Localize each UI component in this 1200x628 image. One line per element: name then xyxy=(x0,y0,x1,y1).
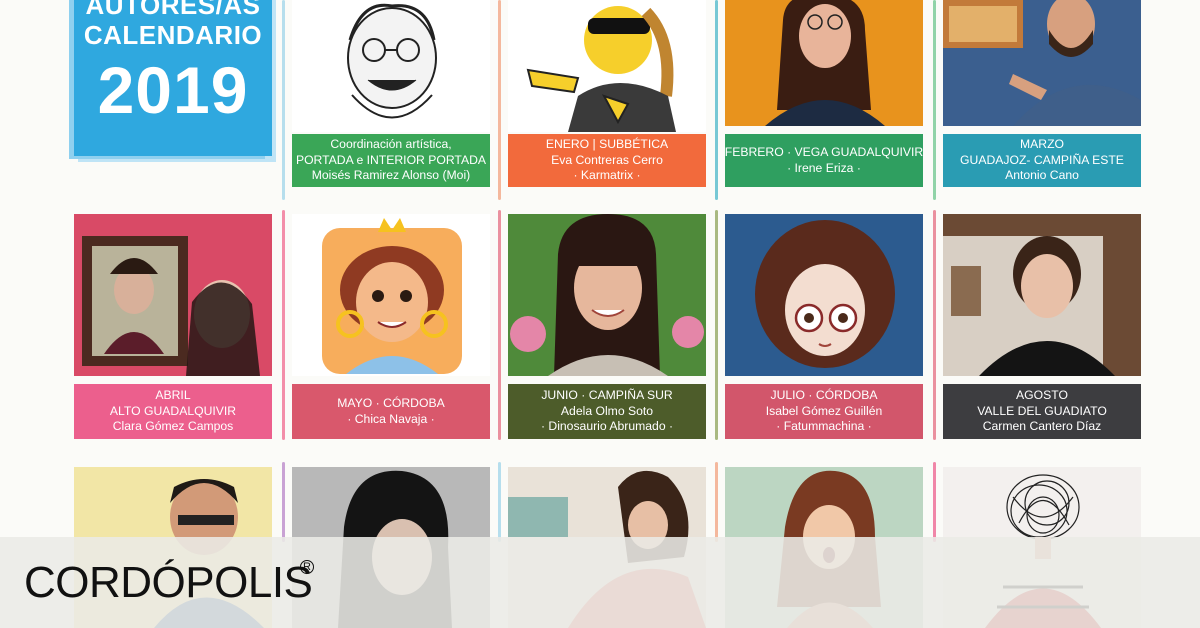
caption-line: PORTADA e INTERIOR PORTADA xyxy=(295,152,487,167)
caption-line: ENERO | SUBBÉTICA xyxy=(545,137,669,152)
caption-line: Clara Gómez Campos xyxy=(112,419,234,434)
caption-line: Adela Olmo Soto xyxy=(560,403,654,418)
title-year: 2019 xyxy=(97,53,249,127)
caption-line: JUNIO · CAMPIÑA SUR xyxy=(541,388,673,403)
caption-line: MARZO xyxy=(1019,137,1064,152)
author-photo xyxy=(943,214,1141,376)
divider-stroke xyxy=(282,210,285,440)
author-caption: JUNIO · CAMPIÑA SUR Adela Olmo Soto · Di… xyxy=(508,384,706,439)
author-caption: MARZO GUADAJOZ- CAMPIÑA ESTE Antonio Can… xyxy=(943,134,1141,187)
caption-line: Eva Contreras Cerro xyxy=(551,152,663,167)
author-caption: JULIO · CÓRDOBA Isabel Gómez Guillén · F… xyxy=(725,384,923,439)
caption-line: Isabel Gómez Guillén xyxy=(765,403,883,418)
caption-line: · Chica Navaja · xyxy=(347,411,435,426)
author-photo xyxy=(292,214,490,376)
author-photo xyxy=(725,0,923,126)
author-caption: MAYO · CÓRDOBA · Chica Navaja · xyxy=(292,384,490,439)
author-caption: AGOSTO VALLE DEL GUADIATO Carmen Cantero… xyxy=(943,384,1141,439)
divider-stroke xyxy=(715,0,718,200)
caption-line: ABRIL xyxy=(155,388,191,403)
cordopolis-logo: CORDÓPOLIS xyxy=(24,558,313,607)
divider-stroke xyxy=(933,210,936,440)
calendar-title-block: AUTORES/AS CALENDARIO 2019 xyxy=(74,0,272,156)
caption-line: Moisés Ramirez Alonso (Moi) xyxy=(311,168,471,183)
divider-stroke xyxy=(498,0,501,200)
caption-line: · Fatummachina · xyxy=(776,419,872,434)
author-caption: ABRIL ALTO GUADALQUIVIR Clara Gómez Camp… xyxy=(74,384,272,439)
caption-line: AGOSTO xyxy=(1016,388,1068,403)
caption-line: Antonio Cano xyxy=(1005,168,1079,183)
author-caption: FEBRERO · VEGA GUADALQUIVIR · Irene Eriz… xyxy=(725,134,923,187)
caption-line: Carmen Cantero Díaz xyxy=(982,419,1102,434)
divider-stroke xyxy=(715,210,718,440)
caption-line: JULIO · CÓRDOBA xyxy=(770,388,878,403)
caption-line: VALLE DEL GUADIATO xyxy=(977,403,1107,418)
author-photo xyxy=(292,0,490,132)
author-photo xyxy=(74,214,272,376)
divider-stroke xyxy=(282,0,285,200)
author-caption: Coordinación artística, PORTADA e INTERI… xyxy=(292,134,490,187)
divider-stroke xyxy=(715,462,718,542)
caption-line: MAYO · CÓRDOBA xyxy=(337,396,445,410)
caption-line: · Irene Eriza · xyxy=(787,160,861,175)
caption-line: · Karmatrix · xyxy=(573,168,641,183)
author-caption: ENERO | SUBBÉTICA Eva Contreras Cerro · … xyxy=(508,134,706,187)
registered-mark-icon: R xyxy=(300,560,314,574)
caption-line: · Dinosaurio Abrumado · xyxy=(540,419,674,434)
title-line-2: CALENDARIO xyxy=(83,20,263,50)
divider-stroke xyxy=(933,462,936,542)
caption-line: FEBRERO · VEGA GUADALQUIVIR xyxy=(724,145,924,159)
caption-line: Coordinación artística, xyxy=(330,137,452,152)
author-photo xyxy=(508,214,706,376)
caption-line: ALTO GUADALQUIVIR xyxy=(109,403,237,418)
divider-stroke xyxy=(498,462,501,542)
divider-stroke xyxy=(933,0,936,200)
author-photo xyxy=(508,0,706,132)
divider-stroke xyxy=(282,462,285,542)
divider-stroke xyxy=(498,210,501,440)
title-line-1: AUTORES/AS xyxy=(85,0,261,20)
caption-line: GUADAJOZ- CAMPIÑA ESTE xyxy=(960,152,1124,167)
author-photo xyxy=(725,214,923,376)
author-photo xyxy=(943,0,1141,126)
calendar-poster: AUTORES/AS CALENDARIO 2019 Coordinación … xyxy=(0,0,1200,628)
